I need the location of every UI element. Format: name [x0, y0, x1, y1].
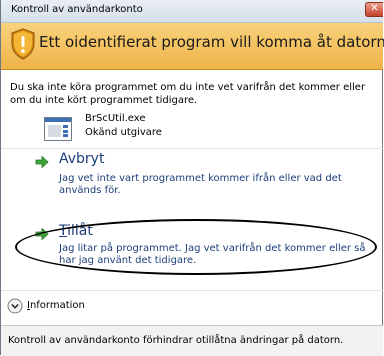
cancel-option-title: Avbryt: [59, 151, 105, 167]
divider: [1, 148, 383, 149]
application-icon: [44, 117, 72, 141]
chevron-down-icon[interactable]: [7, 298, 23, 314]
intro-text: Du ska inte köra programmet om du inte v…: [10, 82, 366, 106]
footer: Kontroll av användarkonto förhindrar oti…: [1, 325, 383, 356]
close-button[interactable]: ✕: [365, 2, 383, 17]
shield-warning-icon: [11, 28, 35, 60]
program-name: BrScUtil.exe: [85, 113, 146, 124]
warning-banner: Ett oidentifierat program vill komma åt …: [1, 23, 384, 70]
title-bar: Kontroll av användarkonto ✕: [1, 0, 383, 23]
program-publisher: Okänd utgivare: [85, 127, 162, 138]
window-title: Kontroll av användarkonto: [11, 4, 143, 15]
cancel-option-button[interactable]: Avbryt Jag vet inte vart programmet komm…: [26, 151, 361, 208]
highlight-annotation-oval: [15, 219, 377, 275]
footer-text: Kontroll av användarkonto förhindrar oti…: [8, 335, 344, 346]
divider: [1, 290, 383, 291]
uac-dialog: Kontroll av användarkonto ✕ Ett oidentif…: [0, 0, 384, 356]
banner-heading: Ett oidentifierat program vill komma åt …: [39, 33, 384, 51]
details-toggle-label[interactable]: Information: [27, 300, 85, 311]
cancel-option-description: Jag vet inte vart programmet kommer ifrå…: [59, 173, 342, 196]
green-arrow-icon: [35, 156, 49, 168]
